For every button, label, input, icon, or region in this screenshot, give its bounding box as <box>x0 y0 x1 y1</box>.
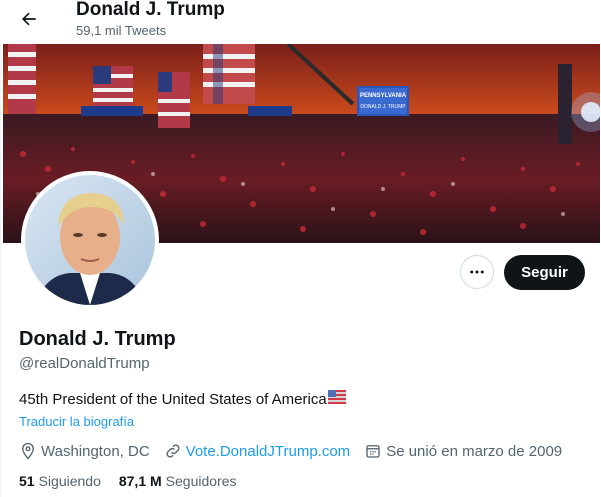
more-options-button[interactable] <box>460 255 494 289</box>
following-label: Siguiendo <box>38 473 101 489</box>
translate-bio-link[interactable]: Traducir la biografía <box>19 414 134 429</box>
joined-text: Se unió en marzo de 2009 <box>386 442 563 460</box>
us-flag-icon <box>327 390 346 408</box>
profile-avatar[interactable] <box>21 171 159 309</box>
following-stat[interactable]: 51 Siguiendo <box>19 473 101 489</box>
website-item: Vote.DonaldJTrump.com <box>164 442 351 460</box>
back-button[interactable] <box>12 2 46 36</box>
followers-stat[interactable]: 87,1 M Seguidores <box>119 473 237 489</box>
follow-button[interactable]: Seguir <box>504 255 585 290</box>
calendar-icon <box>366 445 380 458</box>
following-count: 51 <box>19 473 35 489</box>
banner-sign-text-1: PENNSYLVANIA <box>360 93 407 99</box>
profile-bio: 45th President of the United States of A… <box>19 390 346 408</box>
link-icon <box>166 444 180 458</box>
location-item: Washington, DC <box>19 442 150 460</box>
profile-meta: Washington, DC Vote.DonaldJTrump.com Se … <box>19 442 576 460</box>
profile-header-bar: Donald J. Trump 59,1 mil Tweets <box>0 0 601 44</box>
location-pin-icon <box>22 442 34 460</box>
profile-name: Donald J. Trump <box>19 328 176 350</box>
profile-stats: 51 Siguiendo 87,1 M Seguidores <box>19 473 255 489</box>
avatar-image <box>25 175 155 305</box>
ellipsis-icon <box>470 270 484 274</box>
profile-handle: @realDonaldTrump <box>19 355 150 372</box>
header-tweet-count: 59,1 mil Tweets <box>76 23 167 38</box>
joined-item: Se unió en marzo de 2009 <box>364 442 562 460</box>
header-title: Donald J. Trump <box>76 0 225 20</box>
location-text: Washington, DC <box>41 442 150 460</box>
followers-label: Seguidores <box>165 473 237 489</box>
arrow-left-icon <box>21 12 36 26</box>
bio-text: 45th President of the United States of A… <box>19 390 327 408</box>
followers-count: 87,1 M <box>118 473 162 489</box>
column-divider <box>0 0 1 497</box>
banner-sign-text-2: DONALD J. TRUMP <box>360 104 406 110</box>
website-link[interactable]: Vote.DonaldJTrump.com <box>186 443 351 460</box>
